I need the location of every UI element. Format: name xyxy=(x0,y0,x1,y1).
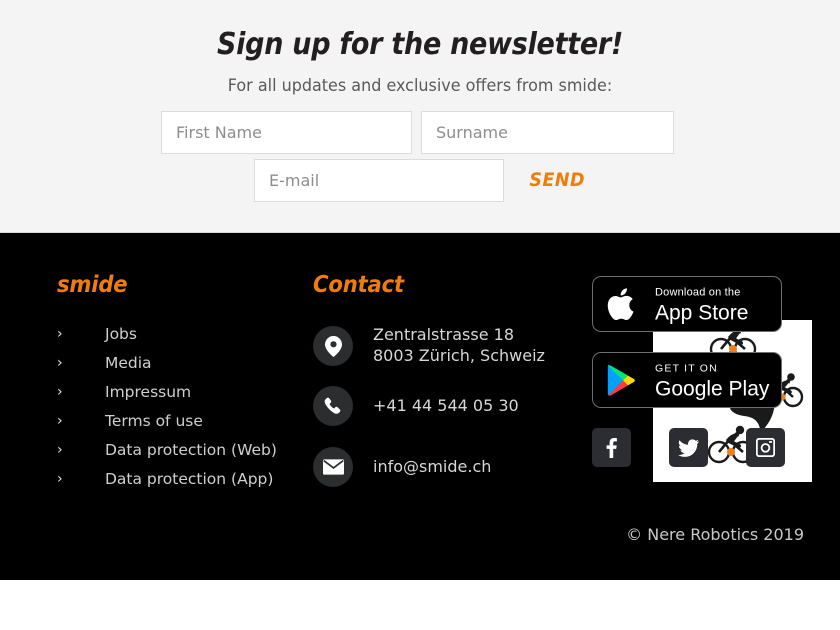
twitter-icon xyxy=(678,438,699,457)
social-links-row xyxy=(592,428,785,467)
google-play-badge-text: GET IT ON Google Play xyxy=(655,359,769,402)
footer-apps-column: Download on the App Store GET IT ON Goog… xyxy=(592,276,792,428)
google-play-icon xyxy=(607,364,637,397)
site-footer: smide › Jobs › Media › Impressum › Terms… xyxy=(0,233,840,580)
contact-address-line1: Zentralstrasse 18 xyxy=(373,325,514,344)
footer-link-label: Terms of use xyxy=(105,412,203,430)
contact-email: info@smide.ch xyxy=(373,457,492,476)
app-store-line1: Download on the xyxy=(655,286,741,299)
footer-link-terms-of-use[interactable]: › Terms of use xyxy=(57,407,307,436)
facebook-icon xyxy=(606,437,617,458)
chevron-right-icon: › xyxy=(57,471,63,487)
footer-links-column: smide › Jobs › Media › Impressum › Terms… xyxy=(57,272,307,494)
app-store-badge[interactable]: Download on the App Store xyxy=(592,276,782,332)
footer-link-jobs[interactable]: › Jobs xyxy=(57,320,307,349)
social-link-instagram[interactable] xyxy=(746,428,785,467)
surname-input[interactable]: Surname xyxy=(421,111,674,154)
footer-link-data-protection-web[interactable]: › Data protection (Web) xyxy=(57,436,307,465)
chevron-right-icon: › xyxy=(57,355,63,371)
phone-icon xyxy=(313,386,353,426)
footer-link-label: Data protection (Web) xyxy=(105,441,277,459)
newsletter-signup-section: Sign up for the newsletter! For all upda… xyxy=(0,0,840,233)
contact-address: Zentralstrasse 18 8003 Zürich, Schweiz xyxy=(373,324,545,366)
app-store-badge-text: Download on the App Store xyxy=(655,283,748,326)
google-play-line1: GET IT ON xyxy=(655,362,718,375)
footer-link-data-protection-app[interactable]: › Data protection (App) xyxy=(57,465,307,494)
google-play-line2: Google Play xyxy=(655,377,770,401)
footer-link-label: Data protection (App) xyxy=(105,470,274,488)
contact-phone: +41 44 544 05 30 xyxy=(373,396,519,415)
footer-link-list: › Jobs › Media › Impressum › Terms of us… xyxy=(57,320,307,494)
chevron-right-icon: › xyxy=(57,384,63,400)
apple-icon xyxy=(607,286,637,322)
chevron-right-icon: › xyxy=(57,326,63,342)
page-root: Sign up for the newsletter! For all upda… xyxy=(0,0,840,630)
newsletter-title: Sign up for the newsletter! xyxy=(216,27,624,62)
footer-contact-heading: Contact xyxy=(313,272,404,298)
chevron-right-icon: › xyxy=(57,442,63,458)
instagram-icon xyxy=(756,438,775,457)
google-play-badge[interactable]: GET IT ON Google Play xyxy=(592,352,782,408)
social-link-twitter[interactable] xyxy=(669,428,708,467)
copyright-text: © Nere Robotics 2019 xyxy=(626,525,804,544)
envelope-icon xyxy=(313,447,353,487)
chevron-right-icon: › xyxy=(57,413,63,429)
footer-brand-heading: smide xyxy=(57,272,128,298)
first-name-input[interactable]: First Name xyxy=(161,111,412,154)
footer-link-impressum[interactable]: › Impressum xyxy=(57,378,307,407)
footer-link-media[interactable]: › Media xyxy=(57,349,307,378)
footer-link-label: Jobs xyxy=(105,325,137,343)
map-pin-icon xyxy=(313,326,353,366)
footer-link-label: Media xyxy=(105,354,152,372)
app-store-line2: App Store xyxy=(655,301,749,325)
social-link-facebook[interactable] xyxy=(592,428,631,467)
footer-link-label: Impressum xyxy=(105,383,192,401)
email-input[interactable]: E-mail xyxy=(254,159,504,202)
contact-address-line2: 8003 Zürich, Schweiz xyxy=(373,346,545,365)
newsletter-subtitle: For all updates and exclusive offers fro… xyxy=(227,76,613,96)
send-button[interactable]: SEND xyxy=(529,169,585,191)
footer-contact-column: Contact Zentralstrasse 18 8003 Zürich, S… xyxy=(313,272,812,487)
